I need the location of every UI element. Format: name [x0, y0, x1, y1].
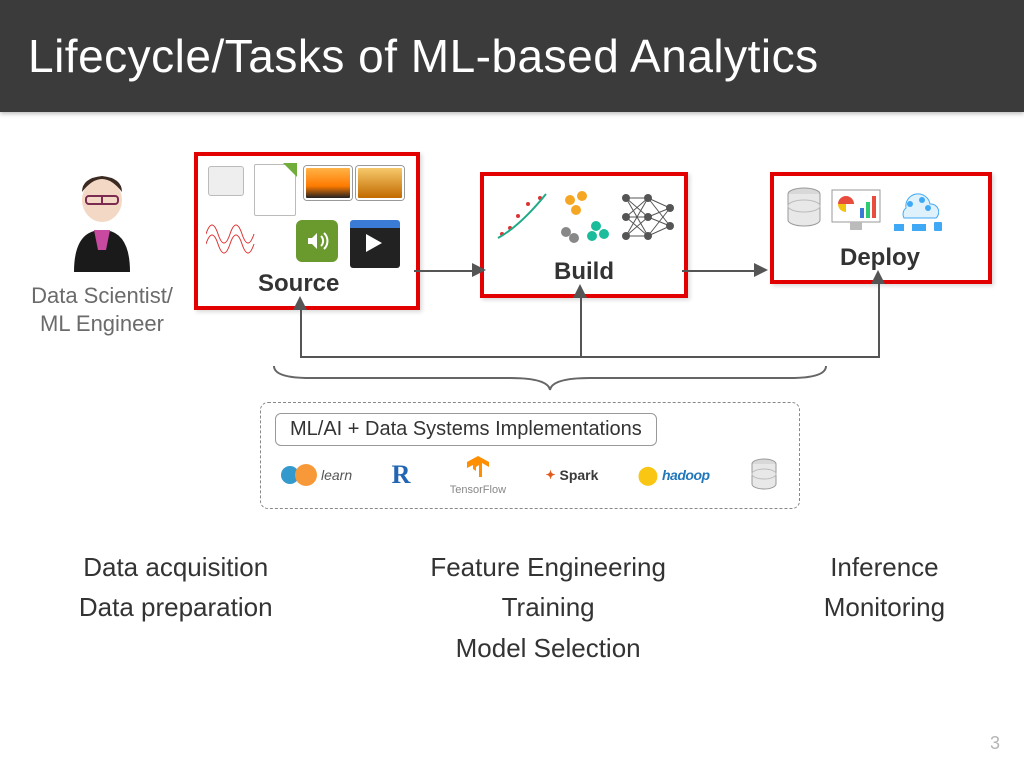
database-icon: [784, 186, 824, 230]
neural-network-icon: [618, 188, 676, 246]
db-logo-icon: [749, 458, 779, 492]
feedback-rail: [300, 356, 880, 358]
arrowhead-icon: [472, 263, 486, 277]
tasks-build-col: Feature Engineering Training Model Selec…: [430, 547, 666, 668]
video-icon: [350, 220, 400, 268]
task-item: Data acquisition: [79, 547, 273, 587]
task-item: Feature Engineering: [430, 547, 666, 587]
stage-source: Source: [194, 152, 420, 310]
task-item: Data preparation: [79, 587, 273, 627]
stage-deploy: Deploy: [770, 172, 992, 284]
arrowhead-up-icon: [293, 296, 307, 310]
implementations-caption: ML/AI + Data Systems Implementations: [275, 413, 657, 446]
arrowhead-up-icon: [871, 270, 885, 284]
arrowhead-icon: [754, 263, 768, 277]
brace-icon: [270, 362, 830, 392]
curve-fit-icon: [492, 186, 552, 246]
sklearn-logo-icon: learn: [281, 464, 352, 486]
hadoop-logo-icon: ⬤hadoop: [638, 465, 710, 486]
stage-deploy-label: Deploy: [840, 244, 920, 272]
audio-icon: [296, 220, 338, 262]
tasks-deploy-col: Inference Monitoring: [824, 547, 945, 668]
stage-build-label: Build: [554, 258, 614, 286]
data-scientist-avatar-icon: [60, 172, 144, 272]
page-number: 3: [990, 733, 1000, 754]
schema-icon: [208, 166, 244, 196]
tasks-source-col: Data acquisition Data preparation: [79, 547, 273, 668]
feedback-up-deploy: [878, 282, 880, 356]
diagram-canvas: Data Scientist/ ML Engineer Source: [0, 112, 1024, 768]
photo2-icon: [356, 166, 404, 200]
slide-title: Lifecycle/Tasks of ML-based Analytics: [28, 29, 819, 83]
task-columns: Data acquisition Data preparation Featur…: [0, 547, 1024, 668]
role-label: Data Scientist/ ML Engineer: [22, 282, 182, 337]
arrowhead-up-icon: [573, 284, 587, 298]
task-item: Training: [430, 587, 666, 627]
feedback-up-source: [300, 308, 302, 356]
clustering-icon: [556, 186, 612, 246]
document-icon: [254, 164, 296, 216]
stage-build: Build: [480, 172, 688, 298]
arrow-build-to-deploy: [682, 270, 756, 272]
task-item: Monitoring: [824, 587, 945, 627]
title-bar: Lifecycle/Tasks of ML-based Analytics: [0, 0, 1024, 112]
feedback-up-build: [580, 296, 582, 356]
arrow-source-to-build: [414, 270, 474, 272]
task-item: Inference: [824, 547, 945, 587]
waveform-icon: [206, 214, 258, 254]
implementations-box: ML/AI + Data Systems Implementations lea…: [260, 402, 800, 509]
cloud-devices-icon: [888, 184, 948, 234]
photo-icon: [304, 166, 352, 200]
r-logo-icon: R: [392, 460, 411, 490]
dashboard-icon: [830, 188, 882, 232]
stage-source-label: Source: [258, 270, 339, 298]
tensorflow-logo-icon: TensorFlow: [450, 454, 506, 496]
spark-logo-icon: ✦Spark: [545, 467, 598, 483]
task-item: Model Selection: [430, 628, 666, 668]
